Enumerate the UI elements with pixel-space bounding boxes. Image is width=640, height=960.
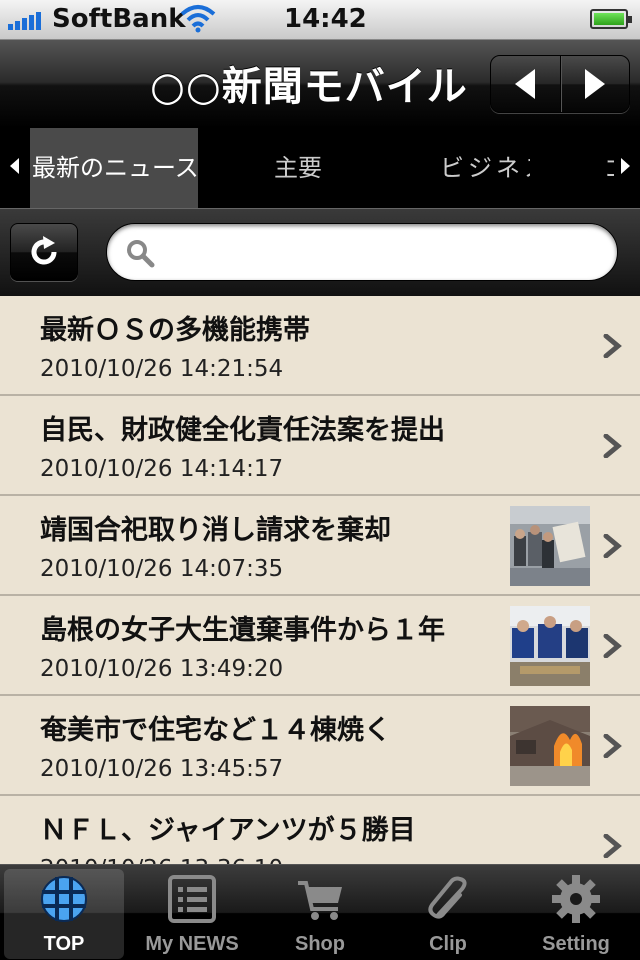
triangle-left-icon [515, 69, 536, 99]
category-tab-strip: 最新のニュース 主要 ビジネス ゴ [0, 128, 640, 208]
tab-label: My NEWS [145, 933, 239, 955]
next-button[interactable] [559, 56, 630, 112]
article-date: 2010/10/26 13:49:20 [40, 656, 284, 682]
tab-clip[interactable]: Clip [388, 869, 508, 959]
search-toolbar [0, 208, 640, 296]
signal-strength-icon [8, 10, 41, 30]
tab-setting[interactable]: Setting [516, 869, 636, 959]
article-thumbnail [510, 706, 590, 786]
status-time: 14:42 [284, 4, 367, 34]
tab-bar: TOP My NEWS Shop Clip Setting [0, 864, 640, 960]
cart-icon [298, 881, 342, 920]
tab-business[interactable]: ビジネス [440, 128, 530, 208]
article-thumbnail [510, 506, 590, 586]
status-bar: SoftBank 14:42 [0, 0, 640, 40]
refresh-icon [31, 236, 57, 265]
article-date: 2010/10/26 14:21:54 [40, 356, 284, 382]
gear-icon [552, 875, 600, 923]
article-headline: 靖国合祀取り消し請求を棄却 [40, 515, 391, 546]
article-thumbnail [510, 606, 590, 686]
tab-label: Setting [542, 933, 610, 955]
search-field[interactable] [106, 223, 618, 281]
article-date: 2010/10/26 13:45:57 [40, 756, 284, 782]
chevron-right-icon [603, 334, 622, 358]
tab-label: Clip [429, 933, 467, 955]
article-date: 2010/10/26 13:36:10 [40, 856, 283, 864]
article-headline: ＮＦＬ、ジャイアンツが５勝目 [40, 815, 416, 846]
chevron-right-icon [603, 834, 622, 858]
chevron-right-icon [603, 634, 622, 658]
news-list: 最新ＯＳの多機能携帯 2010/10/26 14:21:54 自民、財政健全化責… [0, 296, 640, 864]
article-date: 2010/10/26 14:14:17 [40, 456, 284, 482]
scroll-right-icon[interactable] [621, 158, 630, 174]
tab-my-news[interactable]: My NEWS [132, 869, 252, 959]
prev-button[interactable] [491, 56, 560, 112]
list-item[interactable]: 島根の女子大生遺棄事件から１年 2010/10/26 13:49:20 [0, 596, 640, 696]
list-item[interactable]: 自民、財政健全化責任法案を提出 2010/10/26 14:14:17 [0, 396, 640, 496]
list-item[interactable]: 靖国合祀取り消し請求を棄却 2010/10/26 14:07:35 [0, 496, 640, 596]
tab-shop[interactable]: Shop [260, 869, 380, 959]
wifi-icon [180, 5, 216, 33]
list-item[interactable]: 最新ＯＳの多機能携帯 2010/10/26 14:21:54 [0, 296, 640, 396]
tab-top[interactable]: TOP [4, 869, 124, 959]
chevron-right-icon [603, 434, 622, 458]
article-headline: 自民、財政健全化責任法案を提出 [40, 415, 445, 446]
list-icon [168, 875, 216, 923]
scroll-left-icon[interactable] [10, 158, 19, 174]
article-headline: 島根の女子大生遺棄事件から１年 [40, 615, 445, 646]
list-item[interactable]: 奄美市で住宅など１４棟焼く 2010/10/26 13:45:57 [0, 696, 640, 796]
tab-next-partial[interactable]: ゴ [604, 128, 614, 208]
article-headline: 奄美市で住宅など１４棟焼く [40, 715, 391, 746]
navigation-bar: ○○新聞モバイル [0, 40, 640, 128]
tab-label: TOP [43, 933, 85, 955]
globe-icon [41, 876, 87, 922]
carrier-name: SoftBank [52, 4, 186, 34]
app-title: ○○新聞モバイル [150, 64, 468, 110]
tab-main[interactable]: 主要 [274, 128, 334, 208]
search-icon [127, 240, 155, 268]
article-nav-segmented-control [490, 55, 630, 113]
paperclip-icon [428, 876, 467, 919]
tab-latest-news[interactable]: 最新のニュース [30, 128, 198, 208]
article-date: 2010/10/26 14:07:35 [40, 556, 284, 582]
triangle-right-icon [584, 69, 605, 99]
battery-icon [590, 9, 632, 29]
article-headline: 最新ＯＳの多機能携帯 [40, 315, 310, 346]
list-item[interactable]: ＮＦＬ、ジャイアンツが５勝目 2010/10/26 13:36:10 [0, 796, 640, 864]
search-input[interactable] [165, 234, 595, 270]
refresh-button[interactable] [10, 223, 78, 281]
tab-label: Shop [295, 933, 345, 955]
chevron-right-icon [603, 734, 622, 758]
chevron-right-icon [603, 534, 622, 558]
